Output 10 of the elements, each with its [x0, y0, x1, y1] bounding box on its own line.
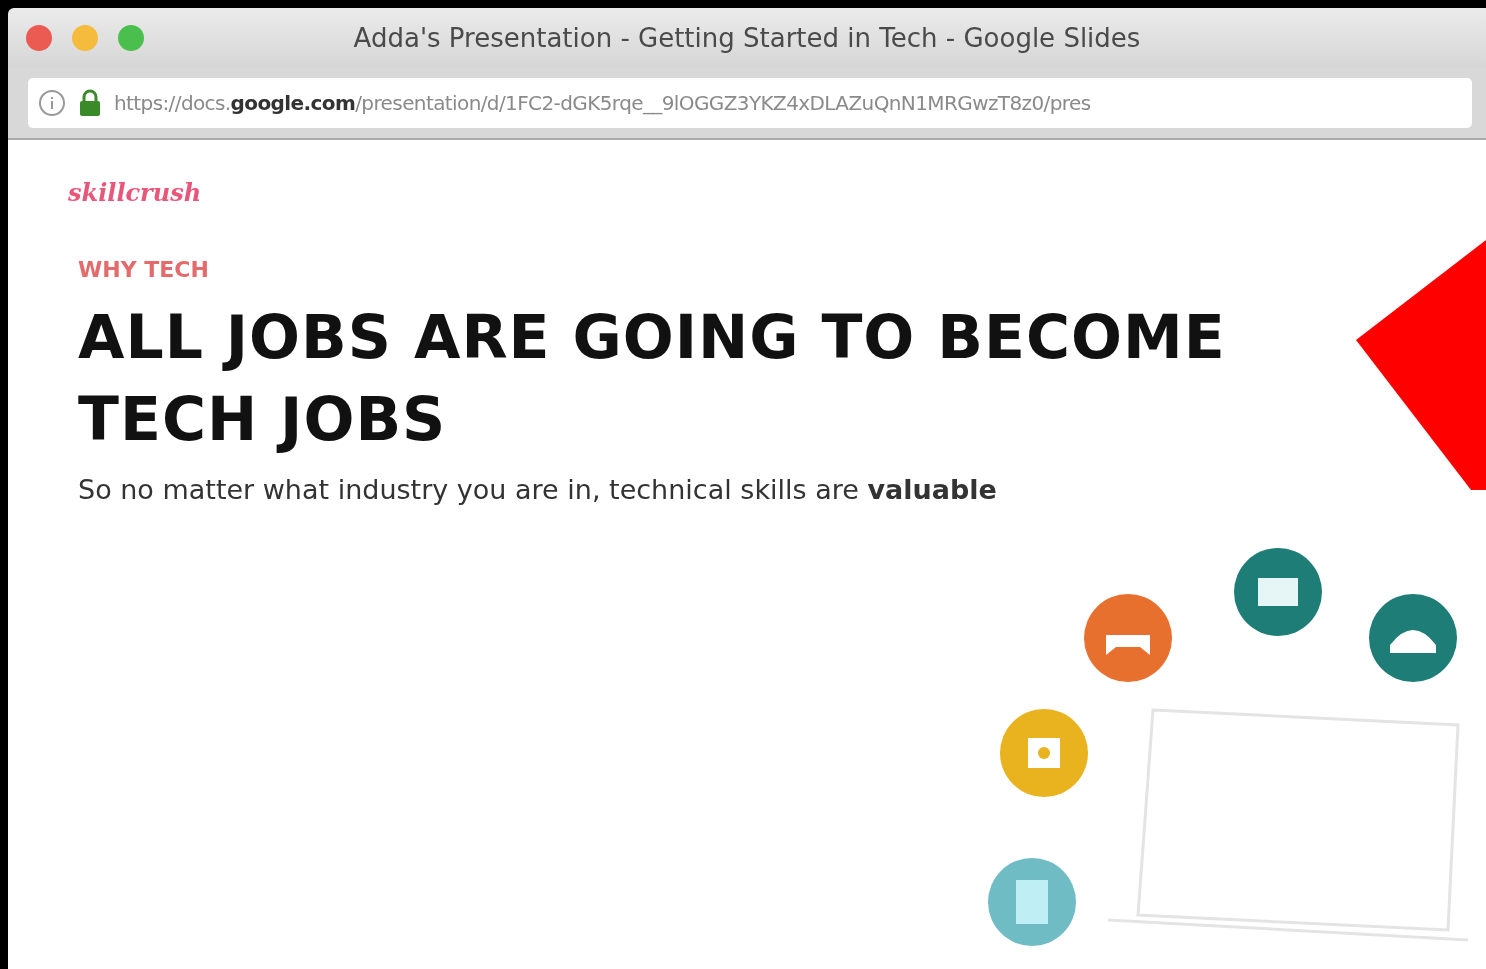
minimize-button[interactable] [72, 25, 98, 51]
slide-subtitle: So no matter what industry you are in, technical skills are valuable [78, 474, 998, 505]
zoom-button[interactable] [118, 25, 144, 51]
info-icon[interactable] [38, 89, 66, 117]
address-field[interactable]: https://docs.google.com/presentation/d/1FC2-dGK5rqe__9lOGGZ3YKZ4xDLAZuQnN1MRGwzT8z0/pres [28, 78, 1472, 128]
slide-eyebrow: WHY TECH [78, 257, 210, 282]
window-title: Adda's Presentation - Getting Started in Tech - Google Slides [352, 23, 1142, 53]
close-button[interactable] [26, 25, 52, 51]
logo: skillcrush [68, 178, 203, 207]
slide-heading: ALL JOBS ARE GOING TO BECOME TECH JOBS [78, 301, 1227, 456]
